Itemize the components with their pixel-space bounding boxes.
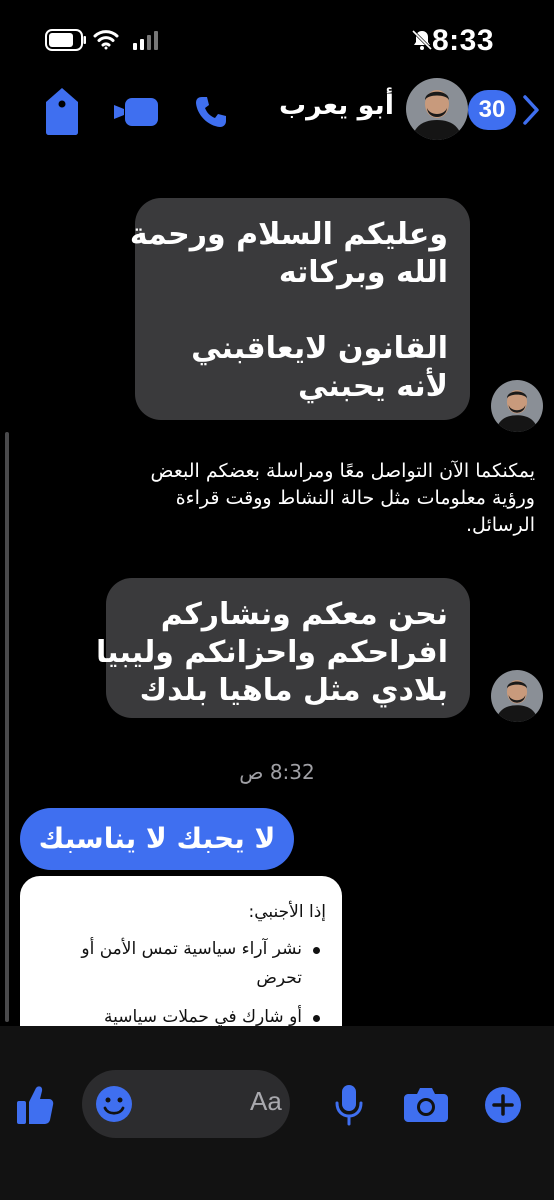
sender-avatar[interactable]	[491, 380, 543, 432]
tag-icon[interactable]	[44, 86, 80, 136]
message-timestamp: 8:32 ص	[239, 760, 315, 784]
contact-name[interactable]: أبو يعرب	[279, 90, 394, 121]
message-input[interactable]: Aa	[82, 1070, 290, 1138]
battery-icon	[45, 29, 86, 51]
input-placeholder: Aa	[250, 1086, 282, 1116]
message-line: الله وبركاته	[278, 255, 448, 290]
message-line: القانون لايعاقبني	[191, 331, 448, 366]
bell-slash-icon	[411, 29, 433, 51]
outgoing-message[interactable]: لا يحبك لا يناسبك	[20, 808, 294, 870]
attachment-bullet: نشر آراء سياسية تمس الأمن أو تحرض	[36, 935, 326, 993]
attachment-bullets: نشر آراء سياسية تمس الأمن أو تحرض أو شار…	[36, 935, 326, 1026]
contact-avatar[interactable]	[406, 78, 468, 140]
message-line: وعليكم السلام ورحمة	[129, 217, 448, 252]
video-camera-icon[interactable]	[112, 96, 160, 128]
unread-count-badge: 30	[468, 90, 516, 130]
image-attachment[interactable]: إذا الأجنبي: نشر آراء سياسية تمس الأمن أ…	[20, 876, 342, 1026]
incoming-message[interactable]: نحن معكم ونشاركم افراحكم واحزانكم وليبيا…	[95, 578, 470, 718]
status-bar: 8:33	[0, 0, 554, 80]
incoming-message[interactable]: وعليكم السلام ورحمة الله وبركاته القانون…	[129, 198, 470, 420]
message-line: نحن معكم ونشاركم	[160, 597, 448, 632]
back-button[interactable]: 30	[468, 90, 540, 130]
system-notice: يمكنكما الآن التواصل معًا ومراسلة بعضكم …	[20, 458, 535, 539]
thumbs-up-icon[interactable]	[16, 1084, 54, 1126]
cellular-signal-icon	[133, 31, 158, 50]
plus-icon[interactable]	[484, 1086, 522, 1124]
camera-icon[interactable]	[404, 1086, 448, 1122]
notice-line: ورؤية معلومات مثل حالة النشاط ووقت قراءة	[175, 487, 535, 509]
message-line: لأنه يحبني	[298, 369, 448, 404]
status-time: 8:33	[431, 24, 494, 57]
emoji-icon[interactable]	[94, 1084, 134, 1124]
attachment-title: إذا الأجنبي:	[248, 902, 326, 922]
notice-line: يمكنكما الآن التواصل معًا ومراسلة بعضكم …	[150, 460, 535, 482]
scroll-indicator[interactable]	[5, 432, 9, 1022]
phone-icon[interactable]	[193, 94, 229, 130]
message-line: بلادي مثل ماهيا بلدك	[139, 673, 448, 708]
sender-avatar[interactable]	[491, 670, 543, 722]
attachment-bullet: أو شارك في حملات سياسية	[36, 1003, 326, 1026]
message-line: افراحكم واحزانكم وليبيا	[95, 635, 448, 670]
wifi-icon	[93, 30, 119, 50]
microphone-icon[interactable]	[334, 1084, 364, 1126]
chat-header: أبو يعرب 30	[0, 70, 554, 155]
message-composer: Aa	[0, 1026, 554, 1200]
chevron-left-icon	[523, 95, 539, 125]
notice-line: الرسائل.	[466, 514, 535, 536]
